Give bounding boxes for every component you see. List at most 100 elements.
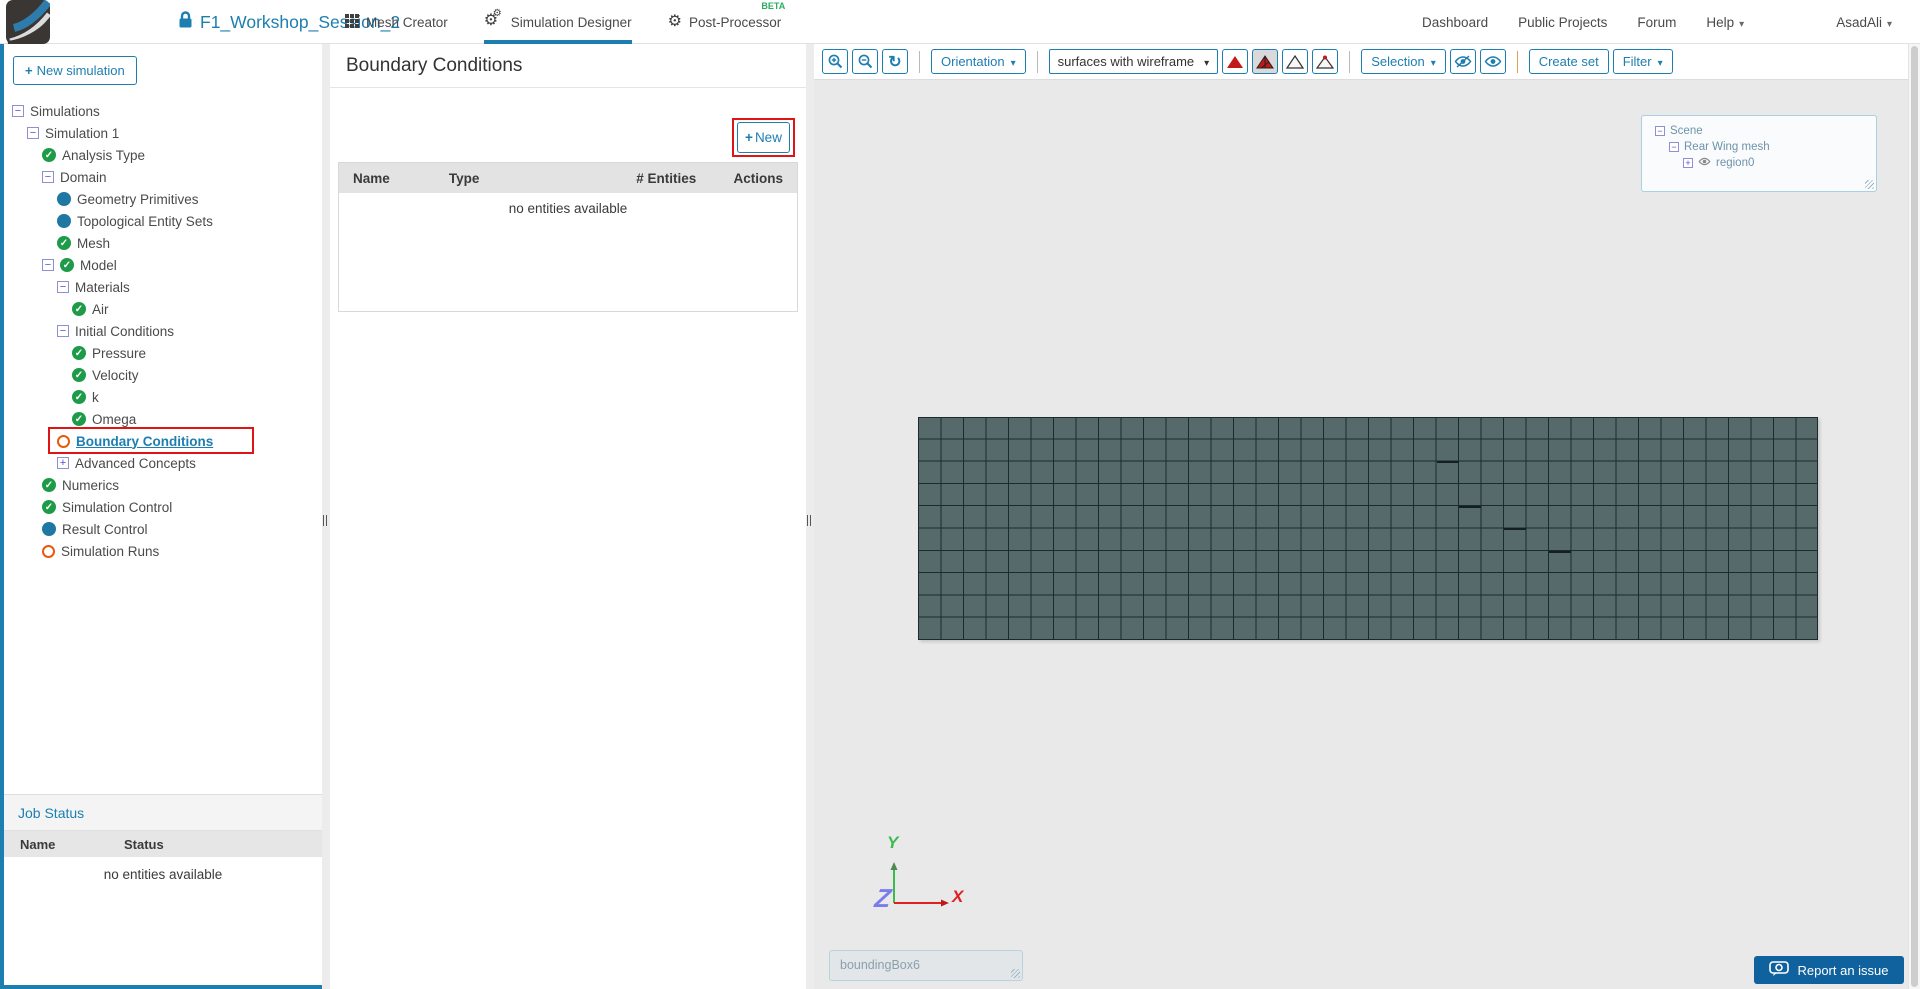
tab-label: Post-Processor <box>688 14 782 30</box>
collapse-icon[interactable] <box>42 259 54 271</box>
sidebar-resize-handle[interactable] <box>322 44 330 989</box>
collapse-icon[interactable] <box>1669 142 1679 152</box>
nav-public-projects[interactable]: Public Projects <box>1518 15 1607 30</box>
tree-item-omega[interactable]: Omega <box>4 408 322 430</box>
create-set-button[interactable]: Create set <box>1528 49 1609 74</box>
vertical-scrollbar[interactable] <box>1908 44 1920 989</box>
job-status-panel: Job Status Name Status no entities avail… <box>4 794 322 985</box>
main-tabs: Mesh Creator ⚙ ⚙ Simulation Designer ⚙ Po… <box>345 0 786 44</box>
collapse-icon[interactable] <box>27 127 39 139</box>
user-menu[interactable]: AsadAli <box>1836 15 1892 30</box>
dot-status-icon <box>42 522 56 536</box>
filter-dropdown[interactable]: Filter <box>1612 49 1673 74</box>
tree-item-initial-conditions[interactable]: Initial Conditions <box>4 320 322 342</box>
tree-item-numerics[interactable]: Numerics <box>4 474 322 496</box>
tree-item-k[interactable]: k <box>4 386 322 408</box>
tree-item-pressure[interactable]: Pressure <box>4 342 322 364</box>
tree-item-simulations[interactable]: Simulations <box>4 100 322 122</box>
tree-item-simulation-control[interactable]: Simulation Control <box>4 496 322 518</box>
toolbar-separator-orange <box>1516 50 1518 73</box>
grip-icon <box>807 515 813 526</box>
hide-selection-button[interactable] <box>1449 49 1476 74</box>
render-points-button[interactable] <box>1312 49 1339 74</box>
rear-wing-mesh-render[interactable] <box>918 417 1818 640</box>
pending-status-icon <box>42 544 55 558</box>
tree-item-topological-entity-sets[interactable]: Topological Entity Sets <box>4 210 322 232</box>
render-surfaces-button[interactable] <box>1222 49 1249 74</box>
expand-icon[interactable] <box>57 457 69 469</box>
refresh-view-button[interactable] <box>882 49 908 74</box>
visibility-eye-icon[interactable] <box>1698 157 1711 169</box>
help-menu[interactable]: Help <box>1706 15 1744 30</box>
simscale-logo[interactable] <box>6 0 53 47</box>
chevron-down-icon <box>1431 54 1436 69</box>
display-mode-select[interactable]: surfaces with wireframe <box>1048 49 1219 74</box>
job-status-title: Job Status <box>18 804 85 821</box>
scene-node-region0[interactable]: region0 <box>1683 157 1754 169</box>
tree-item-mesh[interactable]: Mesh <box>4 232 322 254</box>
tree-item-air[interactable]: Air <box>4 298 322 320</box>
expand-icon[interactable] <box>1683 158 1693 168</box>
tree-item-advanced-concepts[interactable]: Advanced Concepts <box>4 452 322 474</box>
gear-icon: ⚙ <box>667 13 682 30</box>
tree-item-model[interactable]: Model <box>4 254 322 276</box>
orientation-dropdown[interactable]: Orientation <box>931 49 1026 74</box>
scrollbar-thumb[interactable] <box>1911 46 1918 987</box>
collapse-icon[interactable] <box>57 281 69 293</box>
tab-simulation-designer[interactable]: ⚙ ⚙ Simulation Designer <box>483 0 632 44</box>
nav-dashboard[interactable]: Dashboard <box>1422 15 1488 30</box>
new-simulation-button[interactable]: New simulation <box>13 56 137 85</box>
tree-item-simulation-runs[interactable]: Simulation Runs <box>4 540 322 562</box>
scene-node-root[interactable]: Scene <box>1655 125 1703 137</box>
gears-icon: ⚙ ⚙ <box>483 8 502 29</box>
render-surfaces-wireframe-button[interactable] <box>1252 49 1279 74</box>
zoom-in-button[interactable] <box>822 49 848 74</box>
simulation-tree: Simulations Simulation 1 Analysis Type D… <box>4 100 322 562</box>
tree-item-result-control[interactable]: Result Control <box>4 518 322 540</box>
camera-bubble-icon <box>1769 961 1790 979</box>
scene-tree-overlay[interactable]: Scene Rear Wing mesh region0 <box>1641 115 1877 192</box>
check-status-icon <box>57 236 71 250</box>
toolbar-separator <box>919 50 920 73</box>
resize-corner-handle[interactable] <box>1011 969 1020 978</box>
chevron-down-icon <box>1011 54 1016 69</box>
collapse-icon[interactable] <box>42 171 54 183</box>
resize-corner-handle[interactable] <box>1865 180 1874 189</box>
collapse-icon[interactable] <box>1655 126 1665 136</box>
top-nav: Dashboard Public Projects Forum Help Asa… <box>1422 0 1892 44</box>
collapse-icon[interactable] <box>57 325 69 337</box>
tree-item-analysis-type[interactable]: Analysis Type <box>4 144 322 166</box>
3d-viewport[interactable]: Orientation surfaces with wireframe Sele… <box>814 44 1920 989</box>
tree-item-velocity[interactable]: Velocity <box>4 364 322 386</box>
bounding-box-name-field[interactable]: boundingBox6 <box>829 950 1023 981</box>
scene-node-mesh[interactable]: Rear Wing mesh <box>1669 141 1770 153</box>
tree-item-domain[interactable]: Domain <box>4 166 322 188</box>
tab-label: Simulation Designer <box>510 14 632 30</box>
tree-item-geometry-primitives[interactable]: Geometry Primitives <box>4 188 322 210</box>
axis-x-label: X <box>952 887 964 906</box>
axis-orientation-gizmo: Y X Z <box>870 833 980 935</box>
panel-resize-handle[interactable] <box>806 44 814 989</box>
dot-status-icon <box>57 192 71 206</box>
tree-item-simulation-1[interactable]: Simulation 1 <box>4 122 322 144</box>
show-selection-button[interactable] <box>1479 49 1506 74</box>
check-status-icon <box>72 302 86 316</box>
app-header: F1_Workshop_Session_2 Mesh Creator ⚙ ⚙ Si… <box>0 0 1920 47</box>
tab-post-processor[interactable]: ⚙ Post-Processor BETA <box>667 0 786 44</box>
new-boundary-condition-button[interactable]: New <box>737 122 790 153</box>
boundary-conditions-panel: Boundary Conditions New Name Type # Enti… <box>330 44 806 989</box>
collapse-icon[interactable] <box>12 105 24 117</box>
check-status-icon <box>72 346 86 360</box>
render-wireframe-button[interactable] <box>1282 49 1309 74</box>
chevron-down-icon <box>1204 54 1209 69</box>
check-status-icon <box>60 258 74 272</box>
report-issue-button[interactable]: Report an issue <box>1754 956 1904 984</box>
simulation-tree-sidebar: New simulation Simulations Simulation 1 … <box>0 44 322 989</box>
mesh-seam <box>1437 461 1459 463</box>
tab-mesh-creator[interactable]: Mesh Creator <box>345 0 448 44</box>
selection-dropdown[interactable]: Selection <box>1361 49 1446 74</box>
nav-forum[interactable]: Forum <box>1637 15 1676 30</box>
tree-item-boundary-conditions[interactable]: Boundary Conditions <box>4 430 322 452</box>
tree-item-materials[interactable]: Materials <box>4 276 322 298</box>
zoom-out-button[interactable] <box>852 49 878 74</box>
